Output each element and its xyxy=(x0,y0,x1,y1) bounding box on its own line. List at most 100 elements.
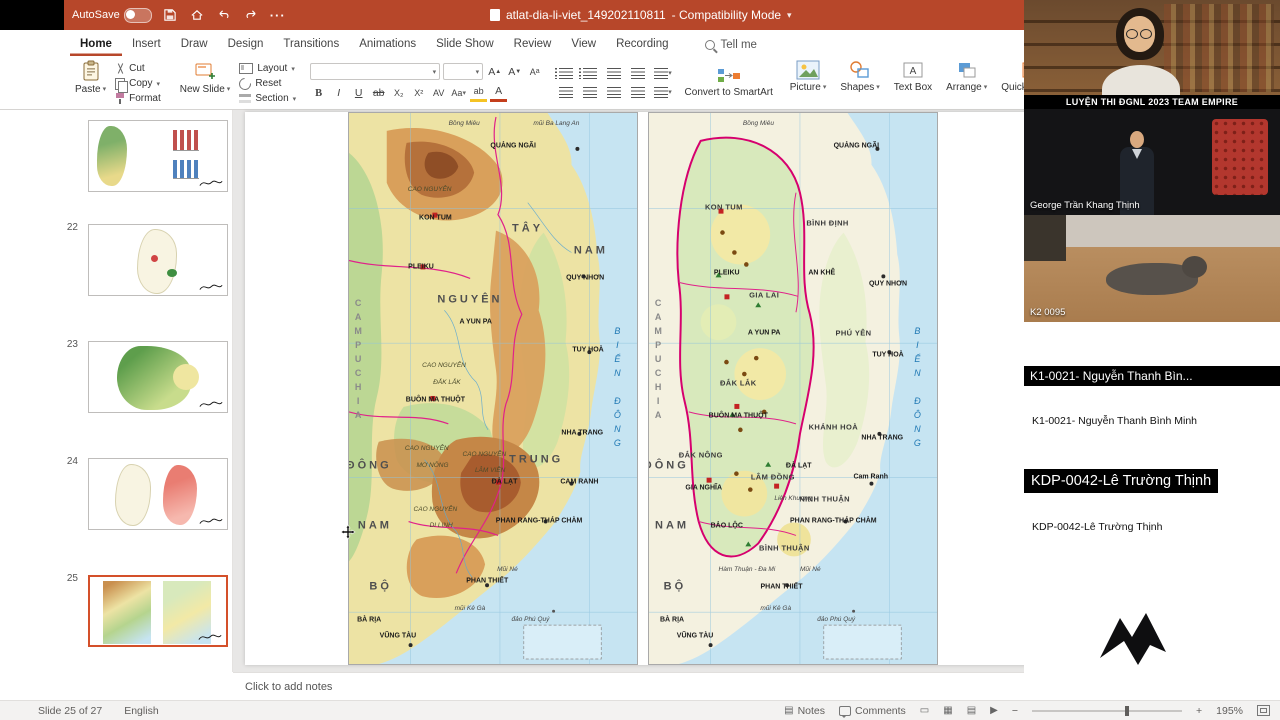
caret-down-icon: ▾ xyxy=(787,9,792,20)
slide-thumbnail-preview[interactable] xyxy=(88,575,228,647)
fit-slide-button[interactable] xyxy=(1257,705,1270,716)
bold-button[interactable]: B xyxy=(310,86,327,101)
clear-formatting-button[interactable]: Aa xyxy=(526,64,543,79)
normal-view-icon: ▭ xyxy=(919,705,930,716)
slideshow-button[interactable]: ▶ xyxy=(990,705,998,716)
map-economic[interactable]: Bồng Miêu QUẢNG NGÃI KON TUM BÌNH ĐỊNH AN KH… xyxy=(648,112,938,665)
slide-canvas[interactable]: Bồng Miêu mũi Ba Lang An QUẢNG NGÃI CAO NGU… xyxy=(245,112,1031,665)
section-button[interactable]: Section ▾ xyxy=(239,91,296,106)
document-icon xyxy=(490,9,500,21)
tell-me-button[interactable]: Tell me xyxy=(704,39,757,56)
screen-corner xyxy=(0,0,64,30)
tab-slide-show[interactable]: Slide Show xyxy=(426,33,504,56)
justify-button[interactable] xyxy=(629,85,646,100)
autosave-toggle[interactable]: AutoSave xyxy=(72,7,152,23)
slide-thumbnails: 2223242526 xyxy=(0,110,233,672)
align-left-button[interactable] xyxy=(557,85,574,100)
notes-toggle[interactable]: ▤ Notes xyxy=(784,705,825,717)
ribbon-tabs-list: Home Insert Draw Design Transitions Animation… xyxy=(70,33,679,56)
copy-button[interactable]: Copy ▾ xyxy=(115,76,161,93)
tab-view[interactable]: View xyxy=(561,33,606,56)
change-case-button[interactable]: Aa ▾ xyxy=(450,86,467,101)
layout-icon xyxy=(239,63,254,74)
redo-button[interactable] xyxy=(242,6,260,24)
numbering-button[interactable] xyxy=(578,66,598,81)
arrange-button[interactable]: Arrange ▾ xyxy=(941,59,992,94)
bullets-button[interactable] xyxy=(554,66,574,81)
zoom-in-button[interactable]: + xyxy=(1196,705,1202,717)
zoom-out-button[interactable]: − xyxy=(1012,705,1018,717)
signature-scribble xyxy=(199,180,223,186)
zoom-slider[interactable] xyxy=(1032,705,1182,716)
increase-font-button[interactable]: A ▲ xyxy=(486,64,503,79)
tab-recording[interactable]: Recording xyxy=(606,33,678,56)
comments-toggle[interactable]: Comments xyxy=(839,705,906,718)
align-right-button[interactable] xyxy=(605,85,622,100)
slide-sorter-button[interactable]: ▦ xyxy=(943,705,952,716)
convert-to-smartart-button[interactable]: Convert to SmartArt xyxy=(685,59,773,106)
picture-button[interactable]: Picture ▾ xyxy=(785,59,832,94)
tab-draw[interactable]: Draw xyxy=(171,33,218,56)
character-spacing-button[interactable]: AV xyxy=(430,86,447,101)
tab-home[interactable]: Home xyxy=(70,33,122,56)
undo-button[interactable] xyxy=(215,6,233,24)
more-commands-button[interactable]: ··· xyxy=(269,6,287,24)
slide-thumbnail[interactable]: 25 xyxy=(0,573,232,653)
notes-pane[interactable]: Click to add notes xyxy=(233,672,1031,700)
align-center-button[interactable] xyxy=(581,85,598,100)
slide-thumbnail-preview[interactable] xyxy=(88,120,228,192)
slide-thumbnail-preview[interactable] xyxy=(88,458,228,530)
slide-thumbnail[interactable]: 22 xyxy=(0,222,232,302)
text-box-button[interactable]: A Text Box xyxy=(889,59,937,94)
cut-button[interactable]: Cut xyxy=(115,61,161,76)
zoom-level[interactable]: 195% xyxy=(1216,705,1243,717)
participant-name-tag: K1-0021- Nguyễn Thanh Bìn... xyxy=(1024,366,1280,386)
reset-button[interactable]: Reset xyxy=(236,75,296,92)
font-color-button[interactable]: A xyxy=(490,84,508,102)
slide-thumbnail[interactable]: 24 xyxy=(0,456,232,536)
font-name-combo[interactable]: ▾ xyxy=(310,63,441,80)
map-physical[interactable]: Bồng Miêu mũi Ba Lang An QUẢNG NGÃI CAO NGU… xyxy=(348,112,638,665)
format-painter-button[interactable]: Format xyxy=(115,91,161,106)
tab-transitions[interactable]: Transitions xyxy=(273,33,349,56)
line-spacing-button[interactable]: ▾ xyxy=(653,66,673,81)
slide-workspace: Bồng Miêu mũi Ba Lang An QUẢNG NGÃI CAO NGU… xyxy=(233,110,1031,672)
video-call-panel: LUYỆN THI ĐGNL 2023 TEAM EMPIRE George T… xyxy=(1024,0,1280,700)
shapes-button[interactable]: Shapes ▾ xyxy=(835,59,884,94)
paste-button[interactable]: Paste ▾ xyxy=(70,59,111,96)
tab-animations[interactable]: Animations xyxy=(349,33,426,56)
superscript-button[interactable]: X² xyxy=(410,86,427,101)
strikethrough-button[interactable]: ab xyxy=(370,86,387,101)
video-tile-participant-1[interactable]: George Trần Khang Thịnh xyxy=(1024,109,1280,215)
zoom-slider-handle[interactable] xyxy=(1125,705,1129,716)
copy-icon xyxy=(115,77,129,93)
layout-button[interactable]: Layout ▾ xyxy=(239,61,296,76)
slide-thumbnail[interactable] xyxy=(0,118,232,198)
normal-view-button[interactable]: ▭ xyxy=(920,705,929,716)
tab-review[interactable]: Review xyxy=(504,33,562,56)
video-tile-participant-2[interactable]: K2 0095 xyxy=(1024,215,1280,322)
reading-view-button[interactable]: ▤ xyxy=(967,705,976,716)
save-button[interactable] xyxy=(161,6,179,24)
quick-styles-button[interactable]: A Quick Styles▾ xyxy=(996,59,1024,94)
reading-view-icon: ▤ xyxy=(966,705,977,716)
decrease-indent-button[interactable] xyxy=(605,66,622,81)
tab-insert[interactable]: Insert xyxy=(122,33,171,56)
slide-thumbnail[interactable]: 23 xyxy=(0,339,232,419)
italic-button[interactable]: I xyxy=(330,86,347,101)
home-button[interactable] xyxy=(188,6,206,24)
decrease-font-button[interactable]: A ▼ xyxy=(506,64,523,79)
new-slide-button[interactable]: New Slide ▾ xyxy=(175,59,236,96)
font-size-combo[interactable]: ▾ xyxy=(443,63,484,80)
underline-button[interactable]: U xyxy=(350,86,367,101)
columns-button[interactable]: ▾ xyxy=(653,85,673,100)
tab-design[interactable]: Design xyxy=(218,33,274,56)
subscript-button[interactable]: X₂ xyxy=(390,86,407,101)
increase-indent-button[interactable] xyxy=(629,66,646,81)
language-indicator[interactable]: English xyxy=(124,705,158,717)
highlight-button[interactable]: ab xyxy=(470,84,488,102)
caret-down-icon: ▾ xyxy=(475,68,480,76)
slide-thumbnail-preview[interactable] xyxy=(88,341,228,413)
video-tile-presenter[interactable] xyxy=(1024,0,1280,95)
slide-thumbnail-preview[interactable] xyxy=(88,224,228,296)
